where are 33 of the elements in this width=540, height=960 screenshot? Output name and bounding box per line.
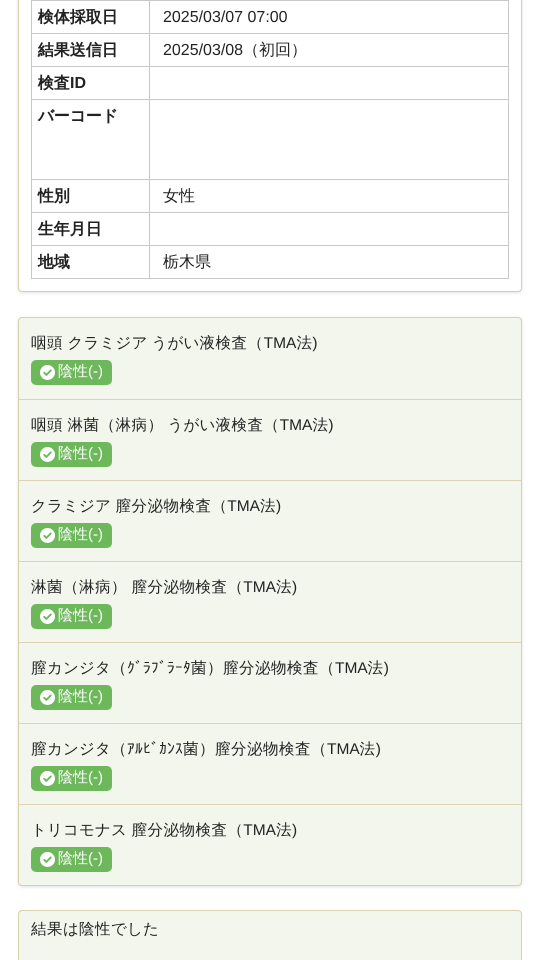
result-badge: 陰性(-): [31, 766, 112, 791]
check-circle-icon: [40, 609, 55, 624]
check-circle-icon: [40, 447, 55, 462]
test-name: トリコモナス 膣分泌物検査（TMA法): [31, 821, 298, 841]
test-name: 膣カンジタ（ｸﾞﾗﾌﾞﾗｰﾀ菌）膣分泌物検査（TMA法): [31, 659, 390, 679]
check-circle-icon: [40, 852, 55, 867]
field-value: 栃木県: [163, 254, 211, 271]
test-name: クラミジア 膣分泌物検査（TMA法): [31, 497, 282, 517]
check-circle-icon: [40, 365, 55, 380]
field-value: 女性: [163, 188, 195, 205]
check-circle-icon: [40, 690, 55, 705]
result-badge: 陰性(-): [31, 523, 112, 548]
check-circle-icon: [40, 771, 55, 786]
field-label: 検体採取日: [38, 9, 118, 26]
field-value: 2025/03/07 07:00: [163, 9, 288, 26]
field-label: バーコード: [38, 108, 118, 125]
result-badge: 陰性(-): [31, 360, 112, 385]
field-value: 2025/03/08（初回）: [163, 42, 308, 59]
summary-text: 結果は陰性でした: [31, 920, 160, 939]
result-badge: 陰性(-): [31, 442, 112, 467]
result-badge: 陰性(-): [31, 685, 112, 710]
field-label: 検査ID: [38, 75, 86, 92]
test-name: 咽頭 淋菌（淋病） うがい液検査（TMA法): [31, 416, 334, 436]
test-name: 膣カンジタ（ｱﾙﾋﾞｶﾝｽ菌）膣分泌物検査（TMA法): [31, 740, 382, 760]
field-label: 地域: [38, 254, 70, 271]
field-label: 生年月日: [38, 221, 102, 238]
result-badge: 陰性(-): [31, 604, 112, 629]
field-label: 結果送信日: [38, 42, 118, 59]
result-badge: 陰性(-): [31, 847, 112, 872]
check-circle-icon: [40, 528, 55, 543]
field-label: 性別: [38, 188, 70, 205]
test-name: 淋菌（淋病） 膣分泌物検査（TMA法): [31, 578, 298, 598]
test-name: 咽頭 クラミジア うがい液検査（TMA法): [31, 334, 318, 354]
